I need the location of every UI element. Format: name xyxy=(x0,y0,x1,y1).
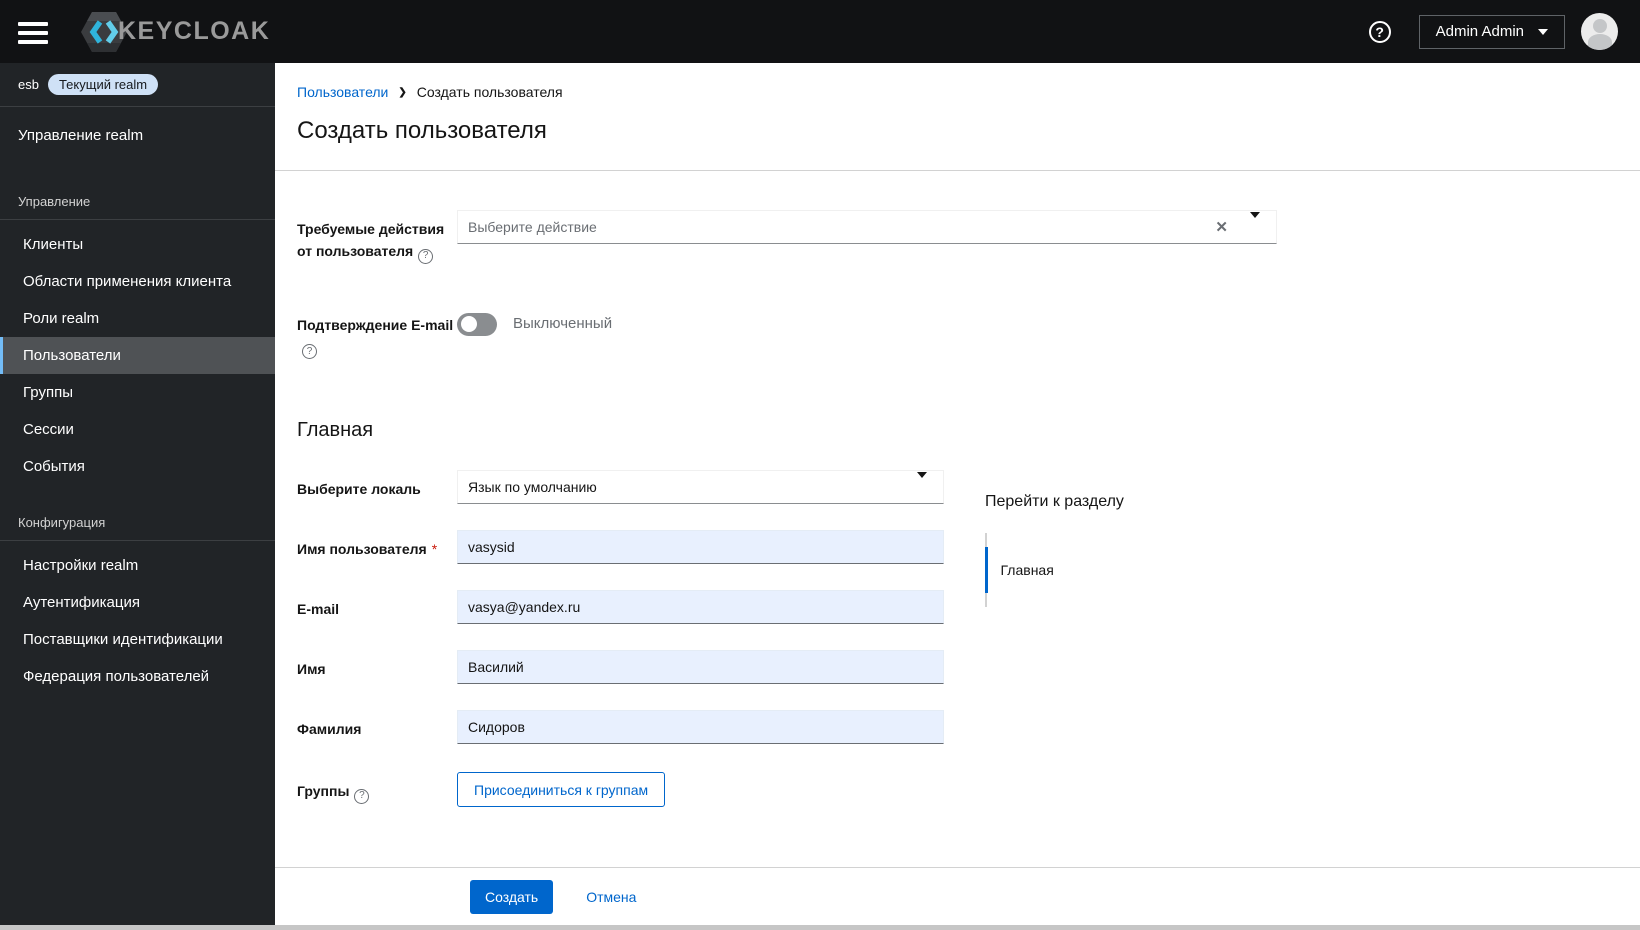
chevron-down-icon xyxy=(1250,212,1260,235)
avatar-person-icon xyxy=(1592,19,1607,33)
product-name: KEYCLOAK xyxy=(118,17,271,45)
sidebar-section-label: Управление xyxy=(0,164,275,220)
required-actions-row: Требуемые действия от пользователя? ✕ xyxy=(297,210,1640,264)
sidebar-item-events[interactable]: События xyxy=(0,448,275,485)
jump-panel-title: Перейти к разделу xyxy=(985,493,1124,510)
section-heading: Главная xyxy=(297,419,374,441)
sidebar-item-realm-roles[interactable]: Роли realm xyxy=(0,300,275,337)
realm-selector[interactable]: esb Текущий realm xyxy=(0,63,275,107)
window-bottom-edge xyxy=(0,925,1640,930)
username-input[interactable] xyxy=(457,530,944,564)
hamburger-menu-icon[interactable] xyxy=(18,17,48,49)
sidebar-nav: Настройки realm Аутентификация Поставщик… xyxy=(0,541,275,695)
locale-label: Выберите локаль xyxy=(297,481,421,497)
multiselect-toggle[interactable] xyxy=(1238,212,1276,236)
help-question-icon[interactable]: ? xyxy=(302,344,317,359)
required-actions-input[interactable] xyxy=(458,219,1206,235)
sidebar-item-client-scopes[interactable]: Области применения клиента xyxy=(0,263,275,300)
avatar[interactable] xyxy=(1581,13,1618,50)
sidebar-section-manage: Управление Клиенты Области применения кл… xyxy=(0,164,275,485)
chevron-down-icon xyxy=(917,472,927,495)
sidebar-item-clients[interactable]: Клиенты xyxy=(0,226,275,263)
clear-selection-icon[interactable]: ✕ xyxy=(1205,218,1238,236)
last-name-label: Фамилия xyxy=(297,721,362,737)
required-actions-multiselect[interactable]: ✕ xyxy=(457,210,1277,244)
locale-select[interactable]: Язык по умолчанию xyxy=(457,470,944,504)
page-title: Создать пользователя xyxy=(297,117,547,144)
username-label: Имя пользователя * xyxy=(297,541,438,557)
join-groups-button[interactable]: Присоединиться к группам xyxy=(457,772,666,807)
help-icon[interactable]: ? xyxy=(1368,20,1391,43)
chevron-down-icon xyxy=(1538,28,1548,35)
toggle-state-label: Выключенный xyxy=(513,314,613,332)
required-actions-label: Требуемые действия от пользователя? xyxy=(297,210,457,264)
sidebar-nav: Клиенты Области применения клиента Роли … xyxy=(0,220,275,485)
email-label: E-mail xyxy=(297,601,340,617)
last-name-input[interactable] xyxy=(457,710,944,744)
sidebar-item-identity-providers[interactable]: Поставщики идентификации xyxy=(0,621,275,658)
help-question-icon[interactable]: ? xyxy=(354,788,370,804)
locale-selected-value: Язык по умолчанию xyxy=(468,479,597,495)
jump-item-main[interactable]: Главная xyxy=(984,547,1246,593)
locale-row: Выберите локаль Язык по умолчанию xyxy=(297,470,1640,504)
help-question-icon[interactable]: ? xyxy=(418,248,434,264)
create-button[interactable]: Создать xyxy=(470,879,554,914)
keycloak-logo[interactable]: KEYCLOAK xyxy=(80,9,270,55)
email-verified-toggle[interactable] xyxy=(457,312,497,336)
first-name-input[interactable] xyxy=(457,650,944,684)
jump-panel-list: Главная xyxy=(984,533,1246,607)
current-realm-badge: Текущий realm xyxy=(47,74,159,95)
realm-name: esb xyxy=(18,77,39,92)
email-verified-label: Подтверждение E-mail? xyxy=(297,306,457,359)
required-asterisk: * xyxy=(431,541,438,557)
chevron-right-icon: ❯ xyxy=(398,86,407,98)
email-row: E-mail xyxy=(297,590,1640,624)
sidebar: esb Текущий realm Управление realm Управ… xyxy=(0,63,275,925)
masthead: KEYCLOAK ? Admin Admin xyxy=(0,0,1640,63)
email-verified-row: Подтверждение E-mail? Выключенный xyxy=(297,306,1640,359)
create-user-form: Требуемые действия от пользователя? ✕ По… xyxy=(275,171,1640,807)
sidebar-item-groups[interactable]: Группы xyxy=(0,374,275,411)
sidebar-section-label: Конфигурация xyxy=(0,485,275,541)
email-input[interactable] xyxy=(457,590,944,624)
sidebar-item-user-federation[interactable]: Федерация пользователей xyxy=(0,658,275,695)
form-actions-footer: Создать Отмена xyxy=(275,867,1640,925)
first-name-label: Имя xyxy=(297,661,326,677)
sidebar-item-realm-settings[interactable]: Настройки realm xyxy=(0,547,275,584)
breadcrumb-users-link[interactable]: Пользователи xyxy=(297,84,388,100)
sidebar-item-realm-management[interactable]: Управление realm xyxy=(0,107,275,164)
breadcrumb-current: Создать пользователя xyxy=(416,84,563,100)
sidebar-item-authentication[interactable]: Аутентификация xyxy=(0,584,275,621)
groups-row: Группы? Присоединиться к группам xyxy=(297,772,1640,807)
sidebar-item-users[interactable]: Пользователи xyxy=(0,337,275,374)
breadcrumb: Пользователи ❯ Создать пользователя xyxy=(297,84,1640,100)
main-content: Пользователи ❯ Создать пользователя Созд… xyxy=(275,63,1640,925)
groups-label: Группы? xyxy=(297,772,457,807)
sidebar-section-configure: Конфигурация Настройки realm Аутентифика… xyxy=(0,485,275,695)
user-menu-dropdown[interactable]: Admin Admin xyxy=(1418,14,1565,49)
jump-to-section-panel: Перейти к разделу Главная xyxy=(984,493,1246,607)
username-row: Имя пользователя * xyxy=(297,530,1640,564)
user-menu-label: Admin Admin xyxy=(1435,23,1524,40)
last-name-row: Фамилия xyxy=(297,710,1640,744)
first-name-row: Имя xyxy=(297,650,1640,684)
page-header: Пользователи ❯ Создать пользователя Созд… xyxy=(275,63,1640,145)
sidebar-item-sessions[interactable]: Сессии xyxy=(0,411,275,448)
select-toggle[interactable] xyxy=(905,472,943,496)
cancel-button[interactable]: Отмена xyxy=(586,889,636,905)
masthead-toolbar: ? Admin Admin xyxy=(1368,13,1618,50)
